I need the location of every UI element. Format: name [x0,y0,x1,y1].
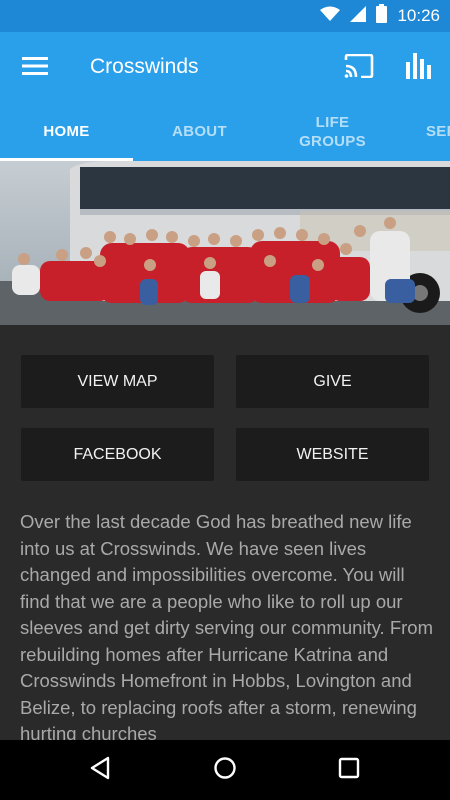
give-button[interactable]: GIVE [236,355,429,408]
status-bar: 10:26 [0,0,450,32]
recents-icon [338,757,360,784]
system-nav-bar [0,740,450,800]
battery-icon [376,4,388,28]
status-icons: 10:26 [320,0,440,32]
menu-icon [22,56,48,81]
cast-icon [344,53,374,83]
wifi-icon [320,6,341,27]
signal-icon [350,5,367,27]
facebook-button[interactable]: FACEBOOK [21,428,214,481]
status-time: 10:26 [397,6,440,25]
tab-services[interactable]: SER [399,102,450,161]
website-button[interactable]: WEBSITE [236,428,429,481]
home-button[interactable] [203,748,247,792]
tab-home[interactable]: HOME [0,102,133,161]
back-button[interactable] [78,748,122,792]
app-bar: Crosswinds [0,32,450,102]
menu-button[interactable] [14,47,56,89]
tab-life-groups[interactable]: LIFE GROUPS [266,102,399,161]
hero-image [0,161,450,325]
stats-button[interactable] [398,47,440,89]
view-map-button[interactable]: VIEW MAP [21,355,214,408]
content-area: VIEW MAP GIVE FACEBOOK WEBSITE Over the … [0,325,450,740]
cast-button[interactable] [338,47,380,89]
app-title: Crosswinds [90,55,199,78]
tab-bar: HOME ABOUT LIFE GROUPS SER [0,102,450,161]
description-text: Over the last decade God has breathed ne… [20,511,433,740]
tab-about[interactable]: ABOUT [133,102,266,161]
group-photo-image [0,161,450,325]
bar-chart-icon [406,52,432,84]
back-icon [89,756,111,785]
home-icon [213,756,237,785]
recents-button[interactable] [327,748,371,792]
